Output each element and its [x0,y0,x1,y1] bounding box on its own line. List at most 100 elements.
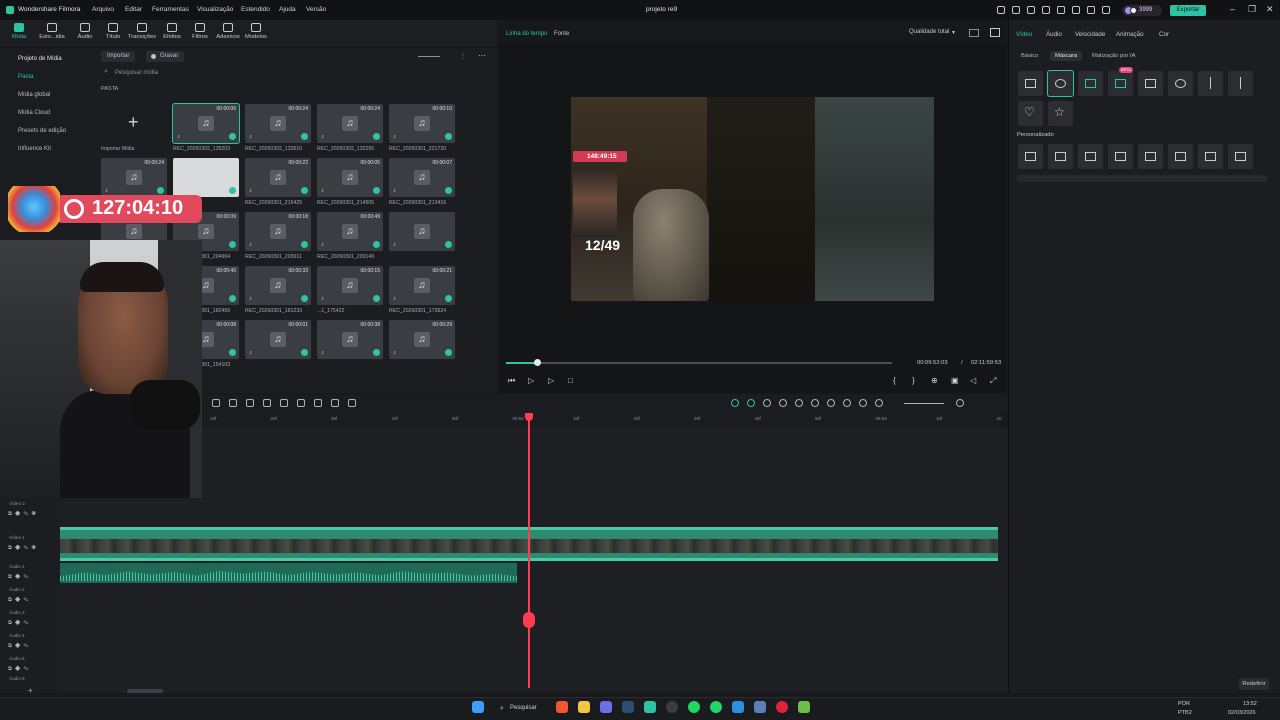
volume-icon[interactable]: ◁ [970,376,976,385]
split-screen-icon[interactable] [859,399,867,407]
file-explorer-icon[interactable] [578,701,590,713]
media-thumbnail[interactable]: ♫ ♪ 00:00:24 [317,104,383,143]
layout-icon[interactable] [763,399,771,407]
sidebar-item-edit-presets[interactable]: Presets de edição [18,128,66,134]
template-icon[interactable] [1027,6,1035,14]
layout-icon[interactable] [1072,6,1080,14]
zoom-out-icon[interactable] [875,399,883,407]
keyboard-layout[interactable]: PTB2 [1178,710,1192,716]
media-thumbnail[interactable]: ♫ ♪ 00:00:21 [389,266,455,305]
media-search[interactable]: ⌕ Pesquisar mídia [101,67,487,79]
playhead-marker[interactable] [525,413,533,421]
subtab-basic[interactable]: Básico [1021,53,1038,59]
marker-icon[interactable] [331,399,339,407]
media-thumbnail[interactable]: ♫ ♪ 00:00:24 [245,104,311,143]
playhead[interactable] [528,413,530,688]
maximize-icon[interactable]: ❐ [1248,5,1256,14]
clock-date[interactable]: 02/03/2026 [1228,710,1256,716]
sidebar-item-project-media[interactable]: Projeto de Mídia [18,56,62,62]
mask-custom-shape[interactable] [1198,144,1223,169]
timeline-zoom-slider[interactable] [904,403,944,404]
add-track-icon[interactable]: + [28,686,33,695]
stop-icon[interactable]: □ [568,376,573,385]
track-controls[interactable]: ⧉◆✎ [8,574,31,581]
menu-versao[interactable]: Versão [306,6,326,13]
menu-ajuda[interactable]: Ajuda [279,6,296,13]
tool-audio[interactable]: Áudio [70,23,100,40]
credits-badge[interactable]: 3999 [1122,5,1162,16]
reset-button[interactable]: Redefinir [1239,678,1269,690]
mask-custom-shape[interactable] [1138,144,1163,169]
mark-in-icon[interactable]: { [893,376,896,385]
import-media-tile[interactable]: + [101,104,167,143]
sidebar-item-folder[interactable]: Pasta [18,74,33,80]
mark-out-icon[interactable]: } [912,376,915,385]
mixer-icon[interactable] [843,399,851,407]
track-controls[interactable]: ⧉◆✎◉ [8,545,39,552]
close-icon[interactable]: ✕ [1266,5,1274,14]
tool-stock-media[interactable]: Esto...idia [37,23,67,40]
expand-icon[interactable] [348,399,356,407]
zoom-preview-icon[interactable]: ⊕ [931,376,938,385]
video-preview-frame[interactable]: 148:49:15 12/49 [571,97,934,301]
zoom-slider[interactable] [418,56,440,57]
speed-icon[interactable] [263,399,271,407]
tab-audio[interactable]: Áudio [1046,31,1062,38]
save-icon[interactable] [1087,6,1095,14]
timeline-scrollbar[interactable] [127,689,163,693]
mask-heart[interactable]: ♡ [1018,101,1043,126]
step-back-icon[interactable]: ⏮ [508,376,515,386]
mask-rectangle[interactable] [1138,71,1163,96]
mic-icon[interactable] [827,399,835,407]
sidebar-item-global-media[interactable]: Mídia global [18,92,50,98]
media-thumbnail[interactable]: ♫ ♪ [389,212,455,251]
clock-time[interactable]: 13:52 [1243,701,1257,707]
mask-import[interactable] [1018,71,1043,96]
vscode-icon[interactable] [732,701,744,713]
playhead-handle[interactable] [523,612,535,628]
taskbar-search[interactable]: ⌕ Pesquisar [498,701,550,716]
opera-icon[interactable] [776,701,788,713]
media-thumbnail[interactable]: ♫ ♪ 00:00:07 [389,158,455,197]
mask-brush[interactable] [1108,71,1133,96]
steam-icon[interactable] [622,701,634,713]
notepad-icon[interactable] [798,701,810,713]
delete-icon[interactable] [297,399,305,407]
media-thumbnail[interactable]: ♫ ♪ 00:00:49 [317,212,383,251]
tool-title[interactable]: Título [98,23,128,40]
mask-custom-shape[interactable] [1228,144,1253,169]
tool-media[interactable]: Mídia [4,23,34,40]
ai-icon[interactable] [731,399,739,407]
tool-templates[interactable]: Modelos [241,23,271,40]
tool-transitions[interactable]: Transições [127,23,157,40]
upload-icon[interactable] [997,6,1005,14]
import-button[interactable]: Importar [101,51,136,62]
discord-icon[interactable] [600,701,612,713]
track-controls[interactable]: ⧉◆✎ [8,643,31,650]
download-icon[interactable] [1102,6,1110,14]
mask-custom-shape[interactable] [1108,144,1133,169]
tool-stickers[interactable]: Adesivos [213,23,243,40]
cut-icon[interactable] [246,399,254,407]
whatsapp-icon[interactable] [710,701,722,713]
mask-custom-shape[interactable] [1078,144,1103,169]
camera-icon[interactable]: ▣ [951,376,959,385]
tool-filters[interactable]: Filtros [185,23,215,40]
zoom-in-icon[interactable] [956,399,964,407]
mask-none[interactable] [1047,70,1074,97]
tab-color[interactable]: Cor [1159,31,1169,38]
spotify-icon[interactable] [688,701,700,713]
mask-star[interactable]: ☆ [1048,101,1073,126]
obs-icon[interactable] [666,701,678,713]
crop-icon[interactable] [229,399,237,407]
seek-bar[interactable] [506,362,892,364]
media-thumbnail[interactable]: ♫ ♪ 00:00:33 [245,266,311,305]
snapshot-icon[interactable] [990,28,1000,37]
tab-speed[interactable]: Velocidade [1075,31,1105,38]
sidebar-item-influence-kit[interactable]: Influence Kit [18,146,51,152]
monitor-icon[interactable] [754,701,766,713]
tab-animation[interactable]: Animação [1116,31,1144,38]
freeze-icon[interactable] [314,399,322,407]
lightbulb-icon[interactable] [1012,6,1020,14]
menu-visualizacao[interactable]: Visualização [197,6,233,13]
